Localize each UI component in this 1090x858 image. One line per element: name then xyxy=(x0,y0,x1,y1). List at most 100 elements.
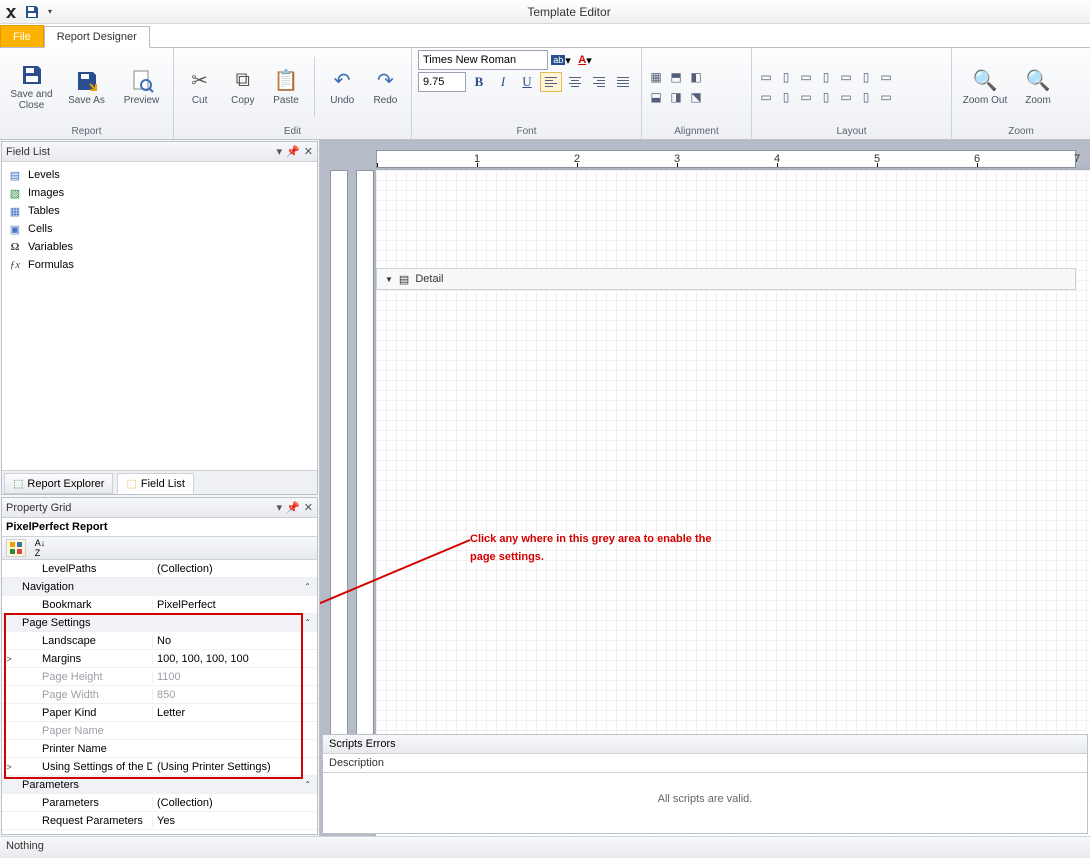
align-grid-button[interactable]: ▦ xyxy=(648,69,664,85)
zoom-out-button[interactable]: 🔍Zoom Out xyxy=(958,51,1012,123)
panel-menu-icon[interactable]: ▾ xyxy=(277,145,283,158)
align-left-button[interactable] xyxy=(540,72,562,92)
save-icon[interactable] xyxy=(24,4,40,20)
layout-btn-5[interactable]: ▭ xyxy=(838,69,854,85)
redo-button[interactable]: ↷Redo xyxy=(366,51,405,123)
font-size-input[interactable] xyxy=(418,72,466,92)
detail-band-header[interactable]: ▼ ▤ Detail xyxy=(376,268,1076,290)
align-justify-button[interactable] xyxy=(612,72,634,92)
scripts-valid-message: All scripts are valid. xyxy=(323,773,1087,825)
scripts-column-description[interactable]: Description xyxy=(323,754,1087,773)
panel-pin-icon[interactable]: 📌 xyxy=(286,501,300,514)
layout-btn-3[interactable]: ▭ xyxy=(798,69,814,85)
font-color-button[interactable]: A▾ xyxy=(574,50,596,70)
group-label-zoom: Zoom xyxy=(952,126,1090,139)
property-row[interactable]: Request ParametersYes xyxy=(2,812,317,830)
paste-button[interactable]: 📋Paste xyxy=(266,51,305,123)
align-bottom-button[interactable]: ⬓ xyxy=(648,89,664,105)
tab-report-explorer[interactable]: ⬚Report Explorer xyxy=(4,473,113,494)
property-row[interactable]: Printer Name xyxy=(2,740,317,758)
tab-report-designer[interactable]: Report Designer xyxy=(44,26,150,48)
property-row[interactable]: Paper Name xyxy=(2,722,317,740)
alphabetical-button[interactable]: A↓Z xyxy=(30,539,50,557)
horizontal-ruler: 12345678910 xyxy=(376,150,1076,168)
property-grid-body[interactable]: LevelPaths(Collection)Navigation⌃Bookmar… xyxy=(2,560,317,834)
property-object-name[interactable]: PixelPerfect Report xyxy=(2,518,317,537)
layout-btn-12[interactable]: ▭ xyxy=(838,89,854,105)
formulas-icon: ƒx xyxy=(8,258,22,272)
panel-close-icon[interactable]: ✕ xyxy=(304,145,313,158)
field-list-item-formulas[interactable]: ƒxFormulas xyxy=(2,256,317,274)
property-row[interactable]: Paper KindLetter xyxy=(2,704,317,722)
layout-btn-6[interactable]: ▯ xyxy=(858,69,874,85)
group-label-layout: Layout xyxy=(752,126,951,139)
title-bar: ▾ Template Editor xyxy=(0,0,1090,24)
status-bar: Nothing xyxy=(0,836,1090,858)
field-list-label: Cells xyxy=(28,223,52,235)
save-and-close-button[interactable]: Save and Close xyxy=(6,51,57,123)
align-center-button[interactable] xyxy=(564,72,586,92)
italic-button[interactable]: I xyxy=(492,72,514,92)
group-label-edit: Edit xyxy=(174,126,411,139)
field-list-item-tables[interactable]: ▦ Tables xyxy=(2,202,317,220)
preview-button[interactable]: Preview xyxy=(116,51,167,123)
field-list-item-levels[interactable]: ▤Levels xyxy=(2,166,317,184)
app-icon xyxy=(4,4,20,20)
layout-btn-7[interactable]: ▭ xyxy=(878,69,894,85)
layout-btn-9[interactable]: ▯ xyxy=(778,89,794,105)
layout-btn-4[interactable]: ▯ xyxy=(818,69,834,85)
categorized-button[interactable] xyxy=(6,539,26,557)
align-v-button[interactable]: ⬔ xyxy=(688,89,704,105)
underline-button[interactable]: U xyxy=(516,72,538,92)
ribbon-tabs: File Report Designer xyxy=(0,24,1090,48)
tab-field-list[interactable]: ⬚Field List xyxy=(117,473,193,494)
save-as-button[interactable]: Save As xyxy=(61,51,112,123)
band-ruler xyxy=(330,170,348,822)
align-top-button[interactable]: ⬒ xyxy=(668,69,684,85)
panel-menu-icon[interactable]: ▾ xyxy=(277,501,283,514)
font-name-input[interactable] xyxy=(418,50,548,70)
field-list-label: Tables xyxy=(28,205,60,217)
property-row[interactable]: Navigation⌃ xyxy=(2,578,317,596)
layout-btn-2[interactable]: ▯ xyxy=(778,69,794,85)
copy-button[interactable]: ⧉Copy xyxy=(223,51,262,123)
cut-button[interactable]: ✂Cut xyxy=(180,51,219,123)
property-row[interactable]: LevelPaths(Collection) xyxy=(2,560,317,578)
highlight-color-button[interactable]: ab▾ xyxy=(550,50,572,70)
tab-file[interactable]: File xyxy=(0,25,44,47)
layout-btn-1[interactable]: ▭ xyxy=(758,69,774,85)
property-row[interactable]: >Margins100, 100, 100, 100 xyxy=(2,650,317,668)
property-row[interactable]: >Using Settings of the D(Using Printer S… xyxy=(2,758,317,776)
undo-button[interactable]: ↶Undo xyxy=(323,51,362,123)
property-row[interactable]: BookmarkPixelPerfect xyxy=(2,596,317,614)
panel-close-icon[interactable]: ✕ xyxy=(304,501,313,514)
layout-btn-13[interactable]: ▯ xyxy=(858,89,874,105)
align-h-button[interactable]: ◨ xyxy=(668,89,684,105)
collapse-icon[interactable]: ▼ xyxy=(385,275,393,284)
panel-pin-icon[interactable]: 📌 xyxy=(286,145,300,158)
layout-btn-10[interactable]: ▭ xyxy=(798,89,814,105)
tables-icon: ▦ xyxy=(8,204,22,218)
zoom-in-button[interactable]: 🔍Zoom xyxy=(1016,51,1060,123)
align-middle-button[interactable]: ◧ xyxy=(688,69,704,85)
design-surface[interactable]: 12345678910 ▼ ▤ Detail Click any where i… xyxy=(320,140,1090,836)
variables-icon: Ω xyxy=(8,240,22,254)
align-right-button[interactable] xyxy=(588,72,610,92)
property-grid-header: Property Grid ▾ 📌 ✕ xyxy=(2,498,317,518)
property-row[interactable]: Page Width850 xyxy=(2,686,317,704)
scripts-errors-title: Scripts Errors xyxy=(323,735,1087,754)
property-row[interactable]: Page Height1100 xyxy=(2,668,317,686)
layout-btn-8[interactable]: ▭ xyxy=(758,89,774,105)
layout-btn-14[interactable]: ▭ xyxy=(878,89,894,105)
bold-button[interactable]: B xyxy=(468,72,490,92)
property-row[interactable]: Page Settings⌃ xyxy=(2,614,317,632)
property-row[interactable]: Parameters⌃ xyxy=(2,776,317,794)
layout-btn-11[interactable]: ▯ xyxy=(818,89,834,105)
field-list-item-cells[interactable]: ▣Cells xyxy=(2,220,317,238)
property-row[interactable]: LandscapeNo xyxy=(2,632,317,650)
field-list-item-variables[interactable]: ΩVariables xyxy=(2,238,317,256)
property-row[interactable]: Parameters(Collection) xyxy=(2,794,317,812)
field-list-item-images[interactable]: ▧Images xyxy=(2,184,317,202)
field-list-header: Field List ▾ 📌 ✕ xyxy=(2,142,317,162)
group-label-report: Report xyxy=(0,126,173,139)
